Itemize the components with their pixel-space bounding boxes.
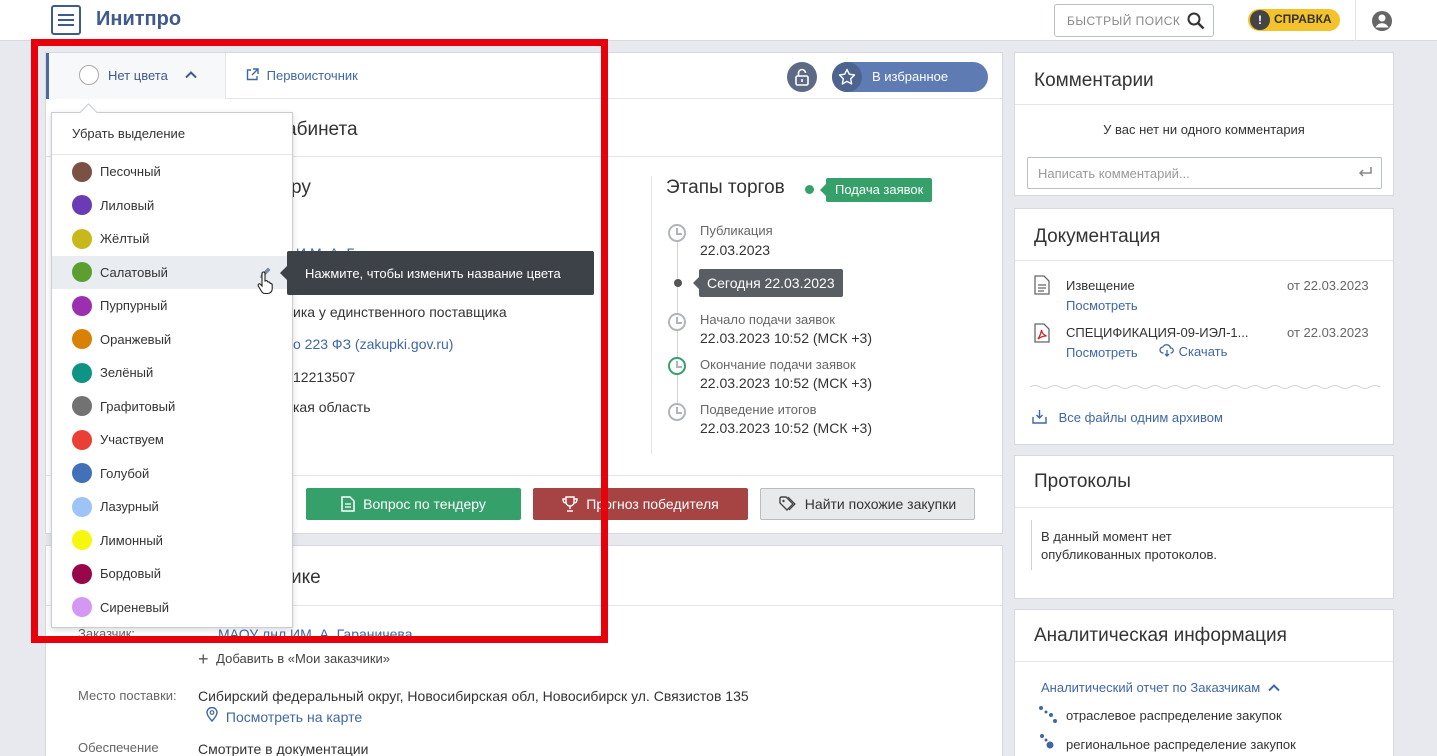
protocols-title: Протоколы <box>1034 471 1131 492</box>
stages-title: Этапы торгов <box>666 177 785 198</box>
divider <box>1015 507 1393 508</box>
analytics-title: Аналитическая информация <box>1034 625 1287 646</box>
file-icon <box>1034 275 1050 295</box>
stage-badge-label: Подача заявок <box>835 182 924 197</box>
similar-button[interactable]: Найти похожие закупки <box>760 488 975 520</box>
stage-value: 22.03.2023 <box>700 242 771 258</box>
stage-value: 22.03.2023 10:52 (МСК +3) <box>700 330 872 346</box>
stage-badge: Подача заявок <box>820 178 933 202</box>
documents-card: Документация Извещение от 22.03.2023 Пос… <box>1014 208 1394 445</box>
divider <box>1015 104 1393 105</box>
clock-active-icon <box>668 357 686 375</box>
stage-label: Подведение итогов <box>700 402 817 417</box>
stage-status-dot <box>805 185 814 194</box>
analytics-report-toggle[interactable]: Аналитический отчет по Заказчикам <box>1041 680 1280 695</box>
chevron-up-icon <box>1268 684 1280 692</box>
search-icon[interactable] <box>1187 12 1205 30</box>
delivery-label: Место поставки: <box>78 688 177 703</box>
doc-view-link[interactable]: Посмотреть <box>1066 345 1138 360</box>
map-link-label: Посмотреть на карте <box>225 709 363 725</box>
protocols-empty-1: В данный момент нет <box>1041 529 1172 544</box>
today-dot <box>674 279 682 287</box>
delivery-value: Сибирский федеральный округ, Новосибирск… <box>198 688 749 704</box>
divider <box>1015 260 1393 261</box>
analytics-item[interactable]: отраслевое распределение закупок <box>1066 708 1282 723</box>
star-icon-wrap <box>832 62 862 92</box>
scatter-chart-icon <box>1039 706 1057 723</box>
quick-search-placeholder: БЫСТРЫЙ ПОИСК <box>1067 14 1181 28</box>
top-bar: Инитпро БЫСТРЫЙ ПОИСК ! СПРАВКА <box>0 0 1437 41</box>
badge-arrow <box>693 277 699 289</box>
scatter-chart-icon <box>1040 734 1054 749</box>
divider <box>1355 0 1356 41</box>
alert-icon: ! <box>1250 10 1270 30</box>
doc-download-label: Скачать <box>1178 344 1228 359</box>
help-button[interactable]: ! СПРАВКА <box>1248 9 1340 31</box>
protocols-card: Протоколы В данный момент нет опубликова… <box>1014 455 1394 599</box>
stage-value: 22.03.2023 10:52 (МСК +3) <box>700 375 872 391</box>
enter-icon[interactable] <box>1357 166 1373 180</box>
doc-date: от 22.03.2023 <box>1287 325 1369 340</box>
comments-empty: У вас нет ни одного комментария <box>1103 122 1305 137</box>
divider <box>1015 661 1393 662</box>
archive-label: Все файлы одним архивом <box>1058 410 1223 425</box>
security-value: Смотрите в документации <box>198 741 369 756</box>
user-icon[interactable] <box>1371 10 1393 32</box>
map-pin-icon <box>206 706 218 723</box>
today-badge: Сегодня 22.03.2023 <box>693 269 843 297</box>
doc-date: от 22.03.2023 <box>1287 278 1369 293</box>
pdf-icon <box>1034 323 1050 343</box>
stage-value: 22.03.2023 10:52 (МСК +3) <box>700 420 872 436</box>
comments-card: Комментарии У вас нет ни одного коммента… <box>1014 52 1394 196</box>
comment-placeholder: Написать комментарий... <box>1038 166 1190 181</box>
badge-arrow <box>820 184 826 196</box>
star-icon <box>838 68 856 85</box>
protocols-empty-2: опубликованных протоколов. <box>1041 547 1218 562</box>
help-label: СПРАВКА <box>1274 12 1332 26</box>
download-archive-icon <box>1032 410 1047 424</box>
favorite-button[interactable]: В избранное <box>832 62 988 92</box>
doc-name: СПЕЦИФИКАЦИЯ-09-ИЭЛ-1... <box>1066 325 1249 340</box>
analytics-item[interactable]: региональное распределение закупок <box>1066 737 1296 752</box>
quote-bar <box>1031 520 1032 570</box>
wavy-divider <box>1030 385 1380 389</box>
map-link[interactable]: Посмотреть на карте <box>206 706 363 725</box>
archive-link[interactable]: Все файлы одним архивом <box>1032 409 1223 425</box>
doc-view-link[interactable]: Посмотреть <box>1066 298 1138 313</box>
divider <box>651 176 652 454</box>
highlight-frame <box>31 39 608 643</box>
add-customer-button[interactable]: + Добавить в «Мои заказчики» <box>198 649 390 670</box>
favorite-label: В избранное <box>872 69 949 84</box>
documents-title: Документация <box>1034 226 1161 247</box>
cloud-download-icon <box>1159 344 1174 357</box>
comment-input[interactable]: Написать комментарий... <box>1027 157 1382 189</box>
security-label: Обеспечение <box>78 740 159 755</box>
analytics-report-label: Аналитический отчет по Заказчикам <box>1041 680 1261 695</box>
doc-download-link[interactable]: Скачать <box>1159 344 1227 359</box>
add-customer-label: Добавить в «Мои заказчики» <box>216 651 391 666</box>
quick-search-input[interactable]: БЫСТРЫЙ ПОИСК <box>1054 4 1214 37</box>
clock-icon <box>668 224 686 242</box>
comments-title: Комментарии <box>1034 70 1154 91</box>
stage-label: Начало подачи заявок <box>700 312 835 327</box>
doc-name: Извещение <box>1066 278 1135 293</box>
unlock-icon <box>795 68 809 86</box>
plus-icon: + <box>198 649 209 669</box>
app-logo[interactable]: Инитпро <box>96 8 181 31</box>
clock-icon <box>668 403 686 421</box>
stage-label: Окончание подачи заявок <box>700 357 856 372</box>
clock-icon <box>668 313 686 331</box>
tag-icon <box>779 496 796 511</box>
menu-icon[interactable] <box>51 5 81 35</box>
lock-button[interactable] <box>787 62 817 92</box>
analytics-card: Аналитическая информация Аналитический о… <box>1014 609 1394 756</box>
stage-label: Публикация <box>700 223 773 238</box>
similar-label: Найти похожие закупки <box>804 496 957 512</box>
today-label: Сегодня 22.03.2023 <box>707 275 835 291</box>
